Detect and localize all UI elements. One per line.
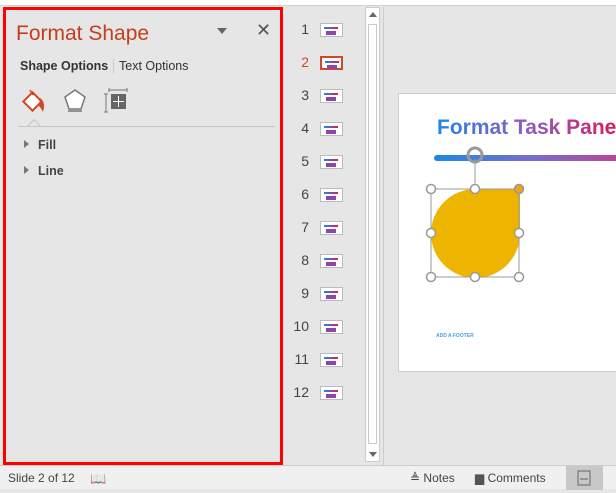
normal-view-button[interactable]	[566, 466, 603, 490]
fill-line-icon[interactable]	[21, 88, 47, 116]
section-line[interactable]: Line	[24, 164, 64, 178]
slide-thumbnail[interactable]	[320, 254, 343, 268]
slide-number: 10	[293, 318, 309, 334]
slide-counter: Slide 2 of 12	[8, 471, 75, 485]
slide-thumbnails: 1 2 3 4 5 6 7 8 9 10 11 12	[283, 7, 365, 465]
selected-teardrop-shape[interactable]	[425, 144, 525, 284]
tab-shape-options[interactable]: Shape Options	[20, 59, 108, 73]
slide-thumbnail[interactable]	[320, 155, 343, 169]
thumbnail-scrollbar[interactable]	[365, 7, 380, 462]
scroll-up-icon[interactable]	[369, 12, 377, 17]
slide-thumbnail[interactable]	[320, 122, 343, 136]
slide-thumbnail[interactable]	[320, 56, 343, 70]
slide-number: 2	[301, 54, 309, 70]
pane-options-dropdown-icon[interactable]	[217, 28, 227, 34]
slide-title[interactable]: Format Task Pane	[437, 116, 616, 140]
comments-button[interactable]: ▆ Comments	[475, 471, 546, 485]
slide-thumbnail[interactable]	[320, 188, 343, 202]
normal-view-icon	[577, 470, 591, 486]
slide-number: 9	[301, 285, 309, 301]
tab-divider	[113, 58, 114, 74]
slide-thumbnail[interactable]	[320, 386, 343, 400]
slide-number: 3	[301, 87, 309, 103]
spell-check-icon[interactable]: 📖	[90, 471, 106, 487]
expand-triangle-icon	[24, 140, 29, 148]
ribbon-edge	[0, 0, 616, 6]
comment-icon: ▆	[475, 471, 485, 485]
notes-button[interactable]: ≜ Notes	[410, 471, 455, 485]
slide-number: 7	[301, 219, 309, 235]
slide-thumbnail[interactable]	[320, 23, 343, 37]
expand-triangle-icon	[24, 166, 29, 174]
slide-number: 4	[301, 120, 309, 136]
scroll-down-icon[interactable]	[369, 452, 377, 457]
slide-thumbnail[interactable]	[320, 287, 343, 301]
section-fill[interactable]: Fill	[24, 138, 56, 152]
slide-number: 8	[301, 252, 309, 268]
slide-number: 6	[301, 186, 309, 202]
pane-title: Format Shape	[16, 22, 150, 45]
slide-footer[interactable]: ADD A FOOTER	[436, 333, 474, 339]
format-shape-pane: Format Shape ✕ Shape Options Text Option…	[3, 7, 283, 465]
tab-text-options[interactable]: Text Options	[119, 59, 188, 73]
slide-number: 11	[294, 351, 309, 367]
slide-thumbnail[interactable]	[320, 320, 343, 334]
slide-number: 12	[293, 384, 309, 400]
slide-number: 1	[301, 21, 309, 37]
notes-icon: ≜	[410, 471, 421, 485]
slide-canvas[interactable]: Format Task Pane ADD A FOOTER	[398, 93, 616, 372]
slide-number: 5	[301, 153, 309, 169]
scrollbar-thumb[interactable]	[368, 24, 377, 444]
size-properties-icon[interactable]	[103, 88, 129, 114]
slide-thumbnail[interactable]	[320, 89, 343, 103]
divider	[18, 126, 275, 127]
slide-thumbnail[interactable]	[320, 221, 343, 235]
close-icon[interactable]: ✕	[256, 20, 271, 41]
status-bar: Slide 2 of 12 📖 ≜ Notes ▆ Comments	[0, 465, 616, 490]
effects-pentagon-icon[interactable]	[63, 88, 87, 114]
slide-thumbnail[interactable]	[320, 353, 343, 367]
